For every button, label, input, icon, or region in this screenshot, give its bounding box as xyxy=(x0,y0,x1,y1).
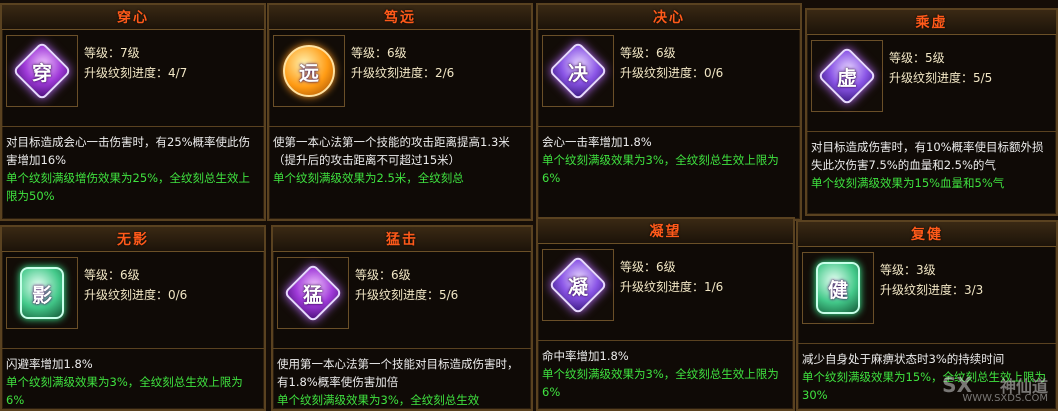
card-description: 使用第一本心法第一个技能对目标造成伤害时，有1.8%概率使伤害加倍 单个纹刻满级… xyxy=(277,355,527,409)
gem-chengxu-icon: 虚 xyxy=(817,46,877,106)
description-text: 使用第一本心法第一个技能对目标造成伤害时，有1.8%概率使伤害加倍 xyxy=(277,357,519,389)
progress-text: 升级纹刻进度：2/6 xyxy=(351,66,455,80)
gem-ningwang-icon: 凝 xyxy=(548,255,608,315)
description-text: 使第一本心法第一个技能的攻击距离提高1.3米（提升后的攻击距离不可超过15米） xyxy=(273,135,510,167)
divider xyxy=(2,348,264,349)
card-info: 等级：6级 升级纹刻进度：0/6 xyxy=(620,43,723,83)
card-mengji: 猛击 猛 等级：6级 升级纹刻进度：5/6 使用第一本心法第一个技能对目标造成伤… xyxy=(271,225,533,411)
progress-text: 升级纹刻进度：1/6 xyxy=(620,280,724,294)
progress-text: 升级纹刻进度：0/6 xyxy=(84,288,188,302)
card-fujian: 复健 健 等级：3级 升级纹刻进度：3/3 减少自身处于麻痹状态时3%的持续时间… xyxy=(796,220,1058,411)
inscription-icon-slot[interactable]: 健 xyxy=(802,252,874,324)
max-effect-text: 单个纹刻满级效果为15%，全纹刻总生效上限为30% xyxy=(802,370,1047,402)
inscription-icon-slot[interactable]: 猛 xyxy=(277,257,349,329)
card-title: 乘虚 xyxy=(915,15,948,31)
description-text: 对目标造成会心一击伤害时，有25%概率使此伤害增加16% xyxy=(6,135,251,167)
card-duyuan: 笃远 远 等级：6级 升级纹刻进度：2/6 使第一本心法第一个技能的攻击距离提高… xyxy=(267,3,533,221)
card-title: 决心 xyxy=(653,10,685,26)
card-wuying: 无影 影 等级：6级 升级纹刻进度：0/6 闪避率增加1.8% 单个纹刻满级效果… xyxy=(0,225,266,411)
description-text: 命中率增加1.8% xyxy=(542,349,629,363)
gem-fujian-icon: 健 xyxy=(811,261,865,315)
divider xyxy=(798,343,1056,344)
gem-juexin-icon: 决 xyxy=(548,41,608,101)
card-ningwang: 凝望 凝 等级：6级 升级纹刻进度：1/6 命中率增加1.8% 单个纹刻满级效果… xyxy=(536,217,795,411)
max-effect-text: 单个纹刻满级效果为3%，全纹刻总生效上限为6% xyxy=(542,367,779,399)
card-title: 复健 xyxy=(911,227,943,243)
level-text: 等级：6级 xyxy=(355,268,411,282)
progress-text: 升级纹刻进度：3/3 xyxy=(880,283,984,297)
card-title-bar: 穿心 xyxy=(2,5,264,30)
card-description: 闪避率增加1.8% 单个纹刻满级效果为3%，全纹刻总生效上限为6% xyxy=(6,355,260,409)
divider xyxy=(538,126,800,127)
card-title-bar: 乘虚 xyxy=(807,10,1056,35)
gem-chuanxin-icon: 穿 xyxy=(12,41,72,101)
progress-text: 升级纹刻进度：4/7 xyxy=(84,66,188,80)
card-title-bar: 凝望 xyxy=(538,219,793,244)
progress-text: 升级纹刻进度：5/6 xyxy=(355,288,459,302)
card-description: 减少自身处于麻痹状态时3%的持续时间 单个纹刻满级效果为15%，全纹刻总生效上限… xyxy=(802,350,1052,404)
card-title: 猛击 xyxy=(386,232,418,248)
progress-text: 升级纹刻进度：5/5 xyxy=(889,71,993,85)
level-text: 等级：6级 xyxy=(84,268,140,282)
card-description: 使第一本心法第一个技能的攻击距离提高1.3米（提升后的攻击距离不可超过15米） … xyxy=(273,133,527,187)
card-title: 凝望 xyxy=(649,224,682,240)
divider xyxy=(273,348,531,349)
description-text: 减少自身处于麻痹状态时3%的持续时间 xyxy=(802,352,1005,366)
inscription-icon-slot[interactable]: 虚 xyxy=(811,40,883,112)
level-text: 等级：6级 xyxy=(620,260,676,274)
card-info: 等级：6级 升级纹刻进度：2/6 xyxy=(351,43,454,83)
max-effect-text: 单个纹刻满级效果为3%，全纹刻总生效 xyxy=(277,393,480,407)
gem-mengji-icon: 猛 xyxy=(283,263,343,323)
divider xyxy=(269,126,531,127)
card-description: 对目标造成会心一击伤害时，有25%概率使此伤害增加16% 单个纹刻满级增伤效果为… xyxy=(6,133,260,205)
divider xyxy=(807,131,1056,132)
level-text: 等级：6级 xyxy=(351,46,407,60)
gem-wuying-icon: 影 xyxy=(15,266,69,320)
card-description: 会心一击率增加1.8% 单个纹刻满级效果为3%，全纹刻总生效上限为6% xyxy=(542,133,796,187)
card-chengxu: 乘虚 虚 等级：5级 升级纹刻进度：5/5 对目标造成伤害时，有10%概率使目标… xyxy=(805,8,1058,216)
progress-text: 升级纹刻进度：0/6 xyxy=(620,66,724,80)
card-info: 等级：6级 升级纹刻进度：5/6 xyxy=(355,265,458,305)
inscription-icon-slot[interactable]: 穿 xyxy=(6,35,78,107)
max-effect-text: 单个纹刻满级效果为3%，全纹刻总生效上限为6% xyxy=(6,375,243,407)
card-title-bar: 猛击 xyxy=(273,227,531,252)
card-description: 对目标造成伤害时，有10%概率使目标额外损失此次伤害7.5%的血量和2.5%的气… xyxy=(811,138,1052,192)
divider xyxy=(2,126,264,127)
max-effect-text: 单个纹刻满级效果为3%，全纹刻总生效上限为6% xyxy=(542,153,779,185)
card-juexin: 决心 决 等级：6级 升级纹刻进度：0/6 会心一击率增加1.8% 单个纹刻满级… xyxy=(536,3,802,221)
description-text: 对目标造成伤害时，有10%概率使目标额外损失此次伤害7.5%的血量和2.5%的气 xyxy=(811,140,1044,172)
inscription-icon-slot[interactable]: 凝 xyxy=(542,249,614,321)
card-title-bar: 笃远 xyxy=(269,5,531,30)
card-info: 等级：7级 升级纹刻进度：4/7 xyxy=(84,43,187,83)
max-effect-text: 单个纹刻满级效果为2.5米，全纹刻总 xyxy=(273,171,464,185)
level-text: 等级：3级 xyxy=(880,263,936,277)
gem-duyuan-icon: 远 xyxy=(282,44,336,98)
card-title-bar: 无影 xyxy=(2,227,264,252)
card-chuanxin: 穿心 穿 等级：7级 升级纹刻进度：4/7 对目标造成会心一击伤害时，有25%概… xyxy=(0,3,266,221)
card-info: 等级：5级 升级纹刻进度：5/5 xyxy=(889,48,992,88)
divider xyxy=(538,340,793,341)
description-text: 会心一击率增加1.8% xyxy=(542,135,652,149)
card-title: 穿心 xyxy=(117,10,149,26)
level-text: 等级：6级 xyxy=(620,46,676,60)
max-effect-text: 单个纹刻满级效果为15%血量和5%气 xyxy=(811,176,1005,190)
inscription-icon-slot[interactable]: 影 xyxy=(6,257,78,329)
card-info: 等级：6级 升级纹刻进度：0/6 xyxy=(84,265,187,305)
level-text: 等级：7级 xyxy=(84,46,140,60)
card-info: 等级：3级 升级纹刻进度：3/3 xyxy=(880,260,983,300)
card-description: 命中率增加1.8% 单个纹刻满级效果为3%，全纹刻总生效上限为6% xyxy=(542,347,789,401)
card-title-bar: 复健 xyxy=(798,222,1056,247)
max-effect-text: 单个纹刻满级增伤效果为25%，全纹刻总生效上限为50% xyxy=(6,171,251,203)
inscription-icon-slot[interactable]: 远 xyxy=(273,35,345,107)
card-info: 等级：6级 升级纹刻进度：1/6 xyxy=(620,257,723,297)
level-text: 等级：5级 xyxy=(889,51,945,65)
card-title-bar: 决心 xyxy=(538,5,800,30)
description-text: 闪避率增加1.8% xyxy=(6,357,93,371)
card-title: 笃远 xyxy=(384,10,416,26)
inscription-icon-slot[interactable]: 决 xyxy=(542,35,614,107)
card-title: 无影 xyxy=(117,232,149,248)
